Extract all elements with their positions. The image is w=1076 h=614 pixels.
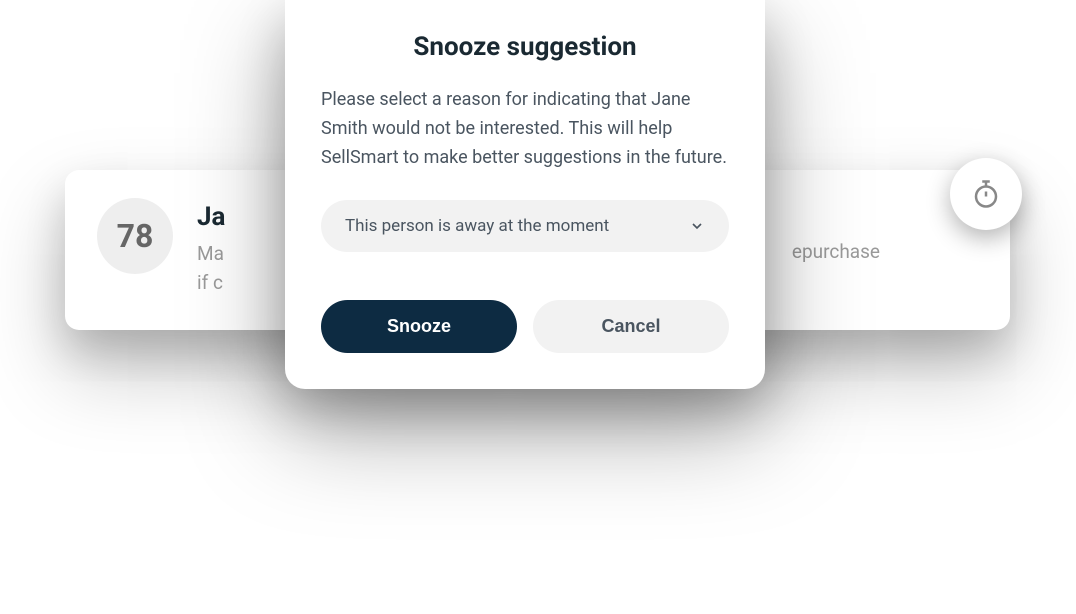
modal-actions: Snooze Cancel: [321, 300, 729, 353]
cancel-button[interactable]: Cancel: [533, 300, 729, 353]
snooze-button[interactable]: Snooze: [321, 300, 517, 353]
modal-title: Snooze suggestion: [321, 32, 729, 62]
card-desc-right: epurchase: [792, 240, 880, 263]
stopwatch-icon: [971, 179, 1001, 209]
snooze-modal: Snooze suggestion Please select a reason…: [285, 0, 765, 389]
reason-select[interactable]: This person is away at the moment: [321, 200, 729, 252]
modal-body: Please select a reason for indicating th…: [321, 86, 729, 172]
chevron-down-icon: [689, 218, 705, 234]
score-badge: 78: [97, 198, 173, 274]
score-number: 78: [117, 217, 154, 255]
snooze-icon-button[interactable]: [950, 158, 1022, 230]
reason-select-value: This person is away at the moment: [345, 216, 609, 236]
